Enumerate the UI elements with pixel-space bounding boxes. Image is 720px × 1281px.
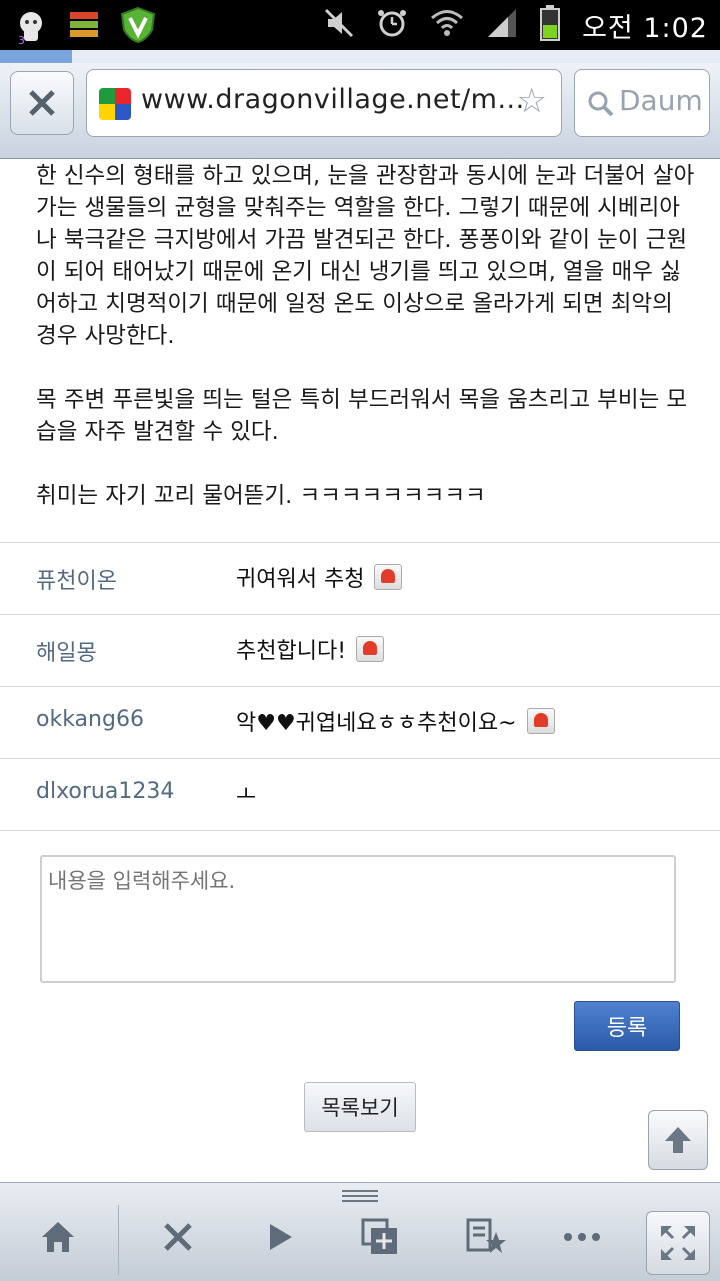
shield-v-icon	[120, 6, 156, 48]
comment-text: 악♥♥귀엽네요ㅎㅎ추천이요~	[236, 711, 517, 736]
more-icon	[564, 1233, 600, 1241]
fullscreen-button[interactable]	[646, 1211, 710, 1275]
list-view-button[interactable]: 목록보기	[304, 1082, 416, 1132]
bookmark-star-icon[interactable]: ☆	[517, 84, 547, 118]
page-load-progress	[0, 50, 720, 63]
comment-input[interactable]	[40, 855, 676, 983]
toolbar-handle-icon[interactable]	[342, 1187, 378, 1202]
comment-row: okkang66 악♥♥귀엽네요ㅎㅎ추천이요~	[0, 687, 720, 759]
comment-content: ㅗ	[236, 777, 256, 809]
fullscreen-icon	[661, 1226, 695, 1260]
ghost-app-icon: 3	[14, 9, 48, 47]
new-window-button[interactable]	[350, 1205, 410, 1269]
stop-icon	[164, 1223, 192, 1251]
forward-icon	[270, 1224, 292, 1250]
url-field[interactable]: www.dragonvillage.net/m... ☆	[86, 69, 562, 137]
search-field[interactable]: Daum	[574, 69, 710, 137]
report-siren-icon[interactable]	[356, 636, 385, 662]
new-window-icon	[361, 1218, 397, 1254]
comment-content: 악♥♥귀엽네요ㅎㅎ추천이요~	[236, 705, 555, 737]
alarm-icon	[376, 7, 408, 43]
clock: 오전 1:02	[582, 12, 708, 44]
comment-list: 퓨천이온 귀여워서 추청 해일몽 추천합니다! okkang66 악♥♥귀엽네요…	[0, 542, 720, 831]
report-siren-icon[interactable]	[526, 708, 555, 734]
toolbar-divider	[118, 1205, 119, 1275]
wifi-icon	[430, 8, 464, 42]
home-button[interactable]	[28, 1205, 88, 1269]
signal-icon	[486, 7, 518, 43]
forward-button[interactable]	[250, 1205, 310, 1269]
comment-row: 해일몽 추천합니다!	[0, 615, 720, 687]
comment-author[interactable]: 퓨천이온	[36, 563, 117, 595]
progress-fill	[0, 50, 72, 63]
article-paragraph: 취미는 자기 꼬리 물어뜯기. ㅋㅋㅋㅋㅋㅋㅋㅋㅋ	[36, 483, 486, 509]
comment-text: 귀여워서 추청	[236, 567, 365, 592]
url-text: www.dragonvillage.net/m...	[141, 84, 525, 115]
comment-row: dlxorua1234 ㅗ	[0, 759, 720, 831]
arrow-up-icon	[665, 1127, 691, 1153]
browser-toolbar	[0, 1182, 720, 1281]
notification-badge: 3	[18, 34, 25, 47]
comment-row: 퓨천이온 귀여워서 추청	[0, 543, 720, 615]
more-button[interactable]	[552, 1205, 612, 1269]
browser-address-bar: www.dragonvillage.net/m... ☆ Daum	[0, 63, 720, 159]
close-icon	[29, 90, 55, 116]
scroll-top-button[interactable]	[648, 1110, 708, 1170]
article-body: 한 신수의 형태를 하고 있으며, 눈을 관장함과 동시에 눈과 더불어 살아가…	[36, 160, 696, 544]
stop-button[interactable]	[148, 1205, 208, 1269]
comment-author[interactable]: dlxorua1234	[36, 779, 174, 804]
mute-icon	[324, 8, 354, 42]
comment-author[interactable]: okkang66	[36, 707, 144, 732]
report-siren-icon[interactable]	[374, 564, 403, 590]
search-icon	[588, 91, 614, 117]
battery-icon	[540, 5, 561, 45]
register-button[interactable]: 등록	[574, 1001, 680, 1051]
comment-author[interactable]: 해일몽	[36, 635, 97, 667]
article-paragraph: 한 신수의 형태를 하고 있으며, 눈을 관장함과 동시에 눈과 더불어 살아가…	[36, 163, 695, 349]
site-favicon-icon	[99, 88, 131, 120]
article-paragraph: 목 주변 푸른빛을 띄는 털은 특히 부드러워서 목을 움츠리고 부비는 모습을…	[36, 387, 688, 445]
status-bar: 3 오전 1:02	[0, 0, 720, 50]
close-tab-button[interactable]	[10, 71, 74, 135]
search-placeholder: Daum	[619, 84, 703, 117]
stack-icon	[70, 10, 98, 44]
comment-text: 추천합니다!	[236, 639, 347, 664]
bookmarks-icon	[466, 1218, 506, 1253]
comment-content: 추천합니다!	[236, 633, 385, 665]
comment-text: ㅗ	[236, 783, 257, 808]
home-icon	[42, 1222, 74, 1252]
comment-content: 귀여워서 추청	[236, 561, 403, 593]
bookmarks-button[interactable]	[456, 1205, 516, 1269]
